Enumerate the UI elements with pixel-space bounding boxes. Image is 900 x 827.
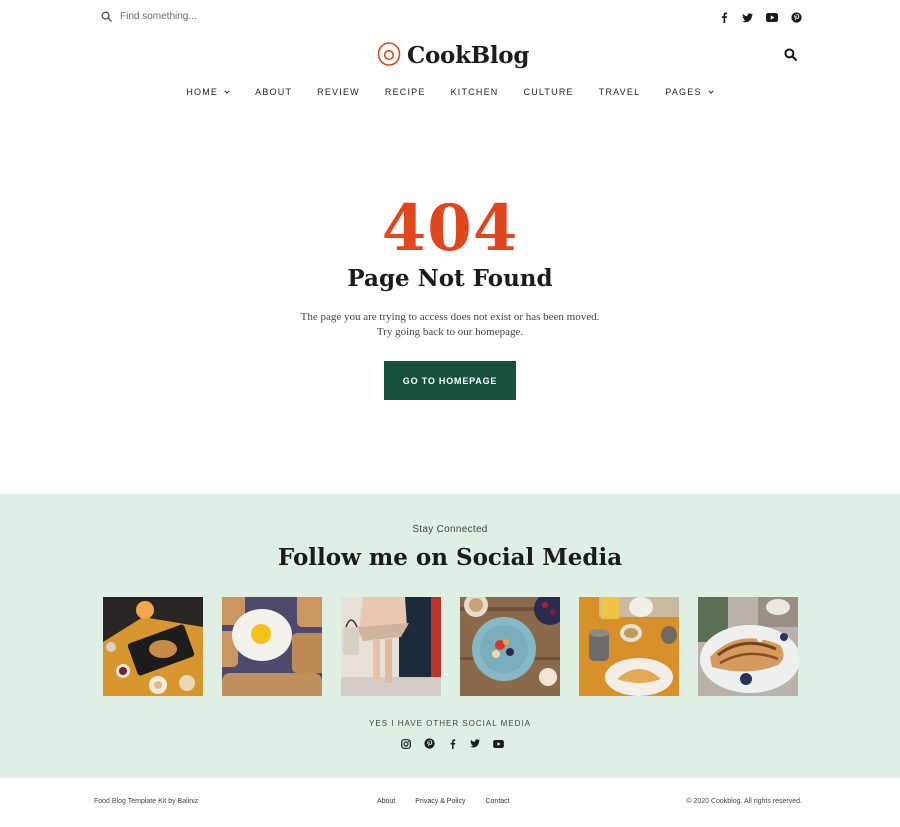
nav-label: TRAVEL — [598, 87, 641, 97]
header-search-icon[interactable] — [784, 48, 797, 66]
social-subheading: YES I HAVE OTHER SOCIAL MEDIA — [369, 719, 531, 728]
site-title: CookBlog — [407, 42, 530, 69]
nav-culture[interactable]: CULTURE — [511, 87, 586, 97]
logo-icon — [377, 40, 401, 71]
footer-link-about[interactable]: About — [377, 798, 395, 805]
nav-label: HOME — [186, 87, 219, 97]
instagram-icon[interactable] — [401, 738, 411, 749]
nav-about[interactable]: ABOUT — [243, 87, 305, 97]
error-code: 404 — [381, 191, 519, 266]
fruit-bowl-photo[interactable] — [460, 597, 560, 696]
nav-label: REVIEW — [317, 87, 360, 97]
pinterest-icon[interactable] — [791, 12, 802, 23]
search-input[interactable] — [120, 11, 260, 22]
nav-label: PAGES — [665, 87, 702, 97]
nav-travel[interactable]: TRAVEL — [586, 87, 653, 97]
breakfast-tray-photo[interactable] — [103, 597, 203, 696]
search-icon[interactable] — [101, 11, 112, 22]
chevron-down-icon — [708, 87, 714, 97]
error-message-line: The page you are trying to access does n… — [300, 311, 600, 323]
nav-pages[interactable]: PAGES — [653, 87, 726, 97]
nav-label: RECIPE — [384, 87, 426, 97]
top-social-icons — [719, 12, 802, 23]
facebook-icon[interactable] — [448, 738, 457, 749]
top-search — [101, 11, 260, 22]
nav-home[interactable]: HOME — [174, 87, 243, 97]
error-message-line: Try going back to our homepage. — [376, 326, 524, 338]
nav-label: KITCHEN — [450, 87, 499, 97]
nav-label: CULTURE — [523, 87, 574, 97]
nav-review[interactable]: REVIEW — [305, 87, 373, 97]
social-section: Stay Connected Follow me on Social Media — [0, 494, 900, 778]
footer-credit: Food Blog Template Kit by Baliniz — [94, 798, 199, 805]
page-title: Page Not Found — [347, 265, 553, 292]
instagram-gallery — [103, 597, 798, 696]
fashion-legs-photo[interactable] — [341, 597, 441, 696]
error-message: The page you are trying to access does n… — [0, 310, 900, 340]
nav-kitchen[interactable]: KITCHEN — [438, 87, 511, 97]
go-to-homepage-button[interactable]: GO TO HOMEPAGE — [384, 361, 516, 400]
social-eyebrow: Stay Connected — [412, 524, 488, 535]
footer-copyright: © 2020 Cookblog. All rights reserved. — [686, 798, 802, 805]
site-footer: Food Blog Template Kit by Baliniz About … — [0, 778, 900, 827]
fried-egg-toast-photo[interactable] — [222, 597, 322, 696]
twitter-icon[interactable] — [470, 739, 480, 748]
youtube-icon[interactable] — [493, 739, 504, 748]
main-nav: HOME ABOUT REVIEW RECIPE KITCHEN CULTURE… — [0, 87, 900, 97]
bottom-social-icons — [401, 738, 504, 749]
youtube-icon[interactable] — [766, 13, 778, 22]
chevron-down-icon — [224, 87, 230, 97]
twitter-icon[interactable] — [742, 12, 753, 23]
footer-link-contact[interactable]: Contact — [485, 798, 509, 805]
social-heading: Follow me on Social Media — [277, 544, 623, 571]
croissant-coffee-photo[interactable] — [579, 597, 679, 696]
footer-link-privacy[interactable]: Privacy & Policy — [415, 798, 465, 805]
top-bar — [0, 0, 900, 36]
pinterest-icon[interactable] — [424, 738, 435, 749]
crepes-plate-photo[interactable] — [698, 597, 798, 696]
nav-label: ABOUT — [255, 87, 293, 97]
nav-recipe[interactable]: RECIPE — [372, 87, 438, 97]
footer-links: About Privacy & Policy Contact — [377, 798, 510, 805]
facebook-icon[interactable] — [719, 12, 729, 23]
site-logo[interactable]: CookBlog — [377, 40, 529, 71]
